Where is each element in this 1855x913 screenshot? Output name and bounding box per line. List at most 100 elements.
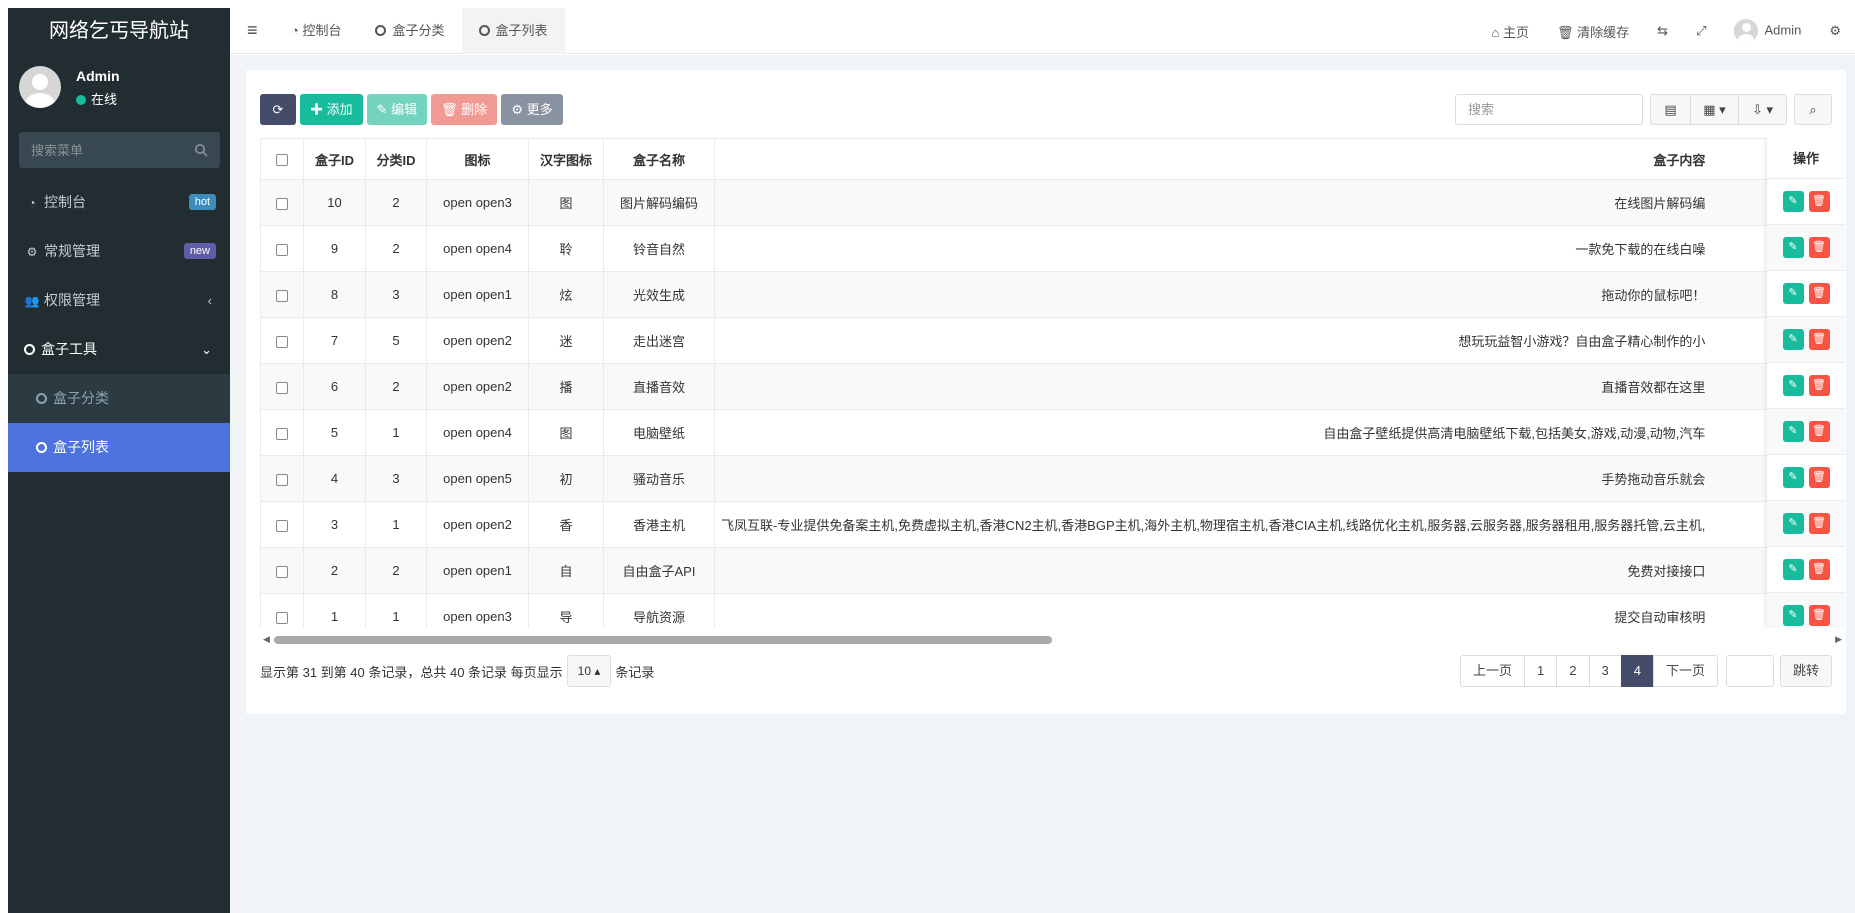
clear-cache-link[interactable]: 🗑 清除缓存	[1543, 22, 1643, 41]
edit-button[interactable]: ✎ 编辑	[366, 94, 428, 125]
operation-cell: ✎ 🗑	[1767, 271, 1845, 317]
language-icon[interactable]: ⇆	[1643, 23, 1682, 39]
table-row[interactable]: 7 5 open open2 迷走出迷宫 想玩玩益智小游戏？自由盒子精心制作的小	[260, 317, 1795, 364]
row-checkbox[interactable]	[276, 519, 288, 532]
row-checkbox[interactable]	[276, 611, 288, 624]
col-cat[interactable]: 分类ID	[365, 138, 427, 180]
page-size-select[interactable]: 10 ▴	[566, 655, 612, 687]
delete-row-button[interactable]: 🗑	[1808, 513, 1830, 534]
more-button[interactable]: ⚙ 更多	[501, 94, 563, 125]
tab-dashboard[interactable]: ◔ 控制台	[274, 8, 358, 54]
cell-name: 走出迷宫	[603, 317, 715, 364]
edit-row-button[interactable]: ✎	[1782, 467, 1804, 488]
add-button[interactable]: ✚ 添加	[300, 94, 363, 125]
table-row[interactable]: 2 2 open open1 自自由盒子API 免费对接接口	[260, 547, 1795, 594]
sidebar-item-box-tools[interactable]: 盒子工具 ⌄	[8, 325, 230, 374]
horizontal-scrollbar[interactable]: ◀ ▶	[260, 634, 1845, 646]
col-icon[interactable]: 图标	[426, 138, 529, 180]
sidebar-item-dashboard[interactable]: ◔ 控制台 hot	[8, 178, 230, 227]
edit-row-button[interactable]: ✎	[1782, 329, 1804, 350]
delete-row-button[interactable]: 🗑	[1808, 283, 1830, 304]
page-4-button[interactable]: 4	[1620, 655, 1654, 687]
table-row[interactable]: 4 3 open open5 初骚动音乐 手势拖动音乐就会	[260, 455, 1795, 502]
row-checkbox[interactable]	[276, 381, 288, 394]
col-char[interactable]: 汉字图标	[528, 138, 604, 180]
col-id[interactable]: 盒子ID	[303, 138, 366, 180]
page-3-button[interactable]: 3	[1588, 655, 1622, 687]
edit-row-button[interactable]: ✎	[1782, 421, 1804, 442]
edit-row-button[interactable]: ✎	[1782, 191, 1804, 212]
user-menu[interactable]: Admin	[1720, 19, 1815, 43]
row-checkbox[interactable]	[276, 427, 288, 440]
table-row[interactable]: 1 1 open open3 导导航资源 提交自动审核明	[260, 593, 1795, 628]
table-row[interactable]: 6 2 open open2 播直播音效 直播音效都在这里	[260, 363, 1795, 410]
cell-name: 电脑壁纸	[603, 409, 715, 456]
search-icon[interactable]	[194, 143, 208, 157]
col-content[interactable]: 盒子内容	[713, 138, 1795, 180]
edit-row-button[interactable]: ✎	[1782, 513, 1804, 534]
delete-row-button[interactable]: 🗑	[1808, 329, 1830, 350]
next-page-button[interactable]: 下一页	[1652, 655, 1718, 687]
cell-icon: open open3	[426, 593, 529, 628]
delete-row-button[interactable]: 🗑	[1808, 467, 1830, 488]
delete-row-button[interactable]: 🗑	[1808, 559, 1830, 580]
export-button[interactable]: ⇩ ▾	[1739, 94, 1787, 125]
page-1-button[interactable]: 1	[1524, 655, 1558, 687]
toggle-view-button[interactable]: ▤	[1650, 94, 1691, 125]
jump-button[interactable]: 跳转	[1779, 655, 1832, 687]
cell-name: 骚动音乐	[603, 455, 715, 502]
row-checkbox[interactable]	[276, 197, 288, 210]
sidebar-item-general[interactable]: ⚙ 常规管理 new	[8, 227, 230, 276]
search-icon: ⌕	[1809, 102, 1817, 117]
refresh-button[interactable]: ⟳	[260, 94, 296, 125]
page-2-button[interactable]: 2	[1556, 655, 1590, 687]
delete-row-button[interactable]: 🗑	[1808, 605, 1830, 626]
row-checkbox[interactable]	[276, 565, 288, 578]
top-border	[0, 0, 1855, 8]
operation-cell: ✎ 🗑	[1767, 501, 1845, 547]
scrollbar-thumb[interactable]	[274, 636, 1052, 644]
col-name[interactable]: 盒子名称	[603, 138, 715, 180]
fullscreen-icon[interactable]: ⤢	[1682, 23, 1720, 39]
advanced-search-button[interactable]: ⌕	[1794, 94, 1832, 125]
edit-row-button[interactable]: ✎	[1782, 283, 1804, 304]
scroll-right-icon[interactable]: ▶	[1835, 634, 1842, 645]
tab-box-list[interactable]: 盒子列表	[461, 8, 565, 54]
edit-row-button[interactable]: ✎	[1782, 375, 1804, 396]
row-checkbox[interactable]	[276, 335, 288, 348]
edit-row-button[interactable]: ✎	[1782, 559, 1804, 580]
row-checkbox[interactable]	[276, 473, 288, 486]
table-row[interactable]: 8 3 open open1 炫光效生成 拖动你的鼠标吧！	[260, 271, 1795, 318]
cell-char: 初	[528, 455, 604, 502]
delete-row-button[interactable]: 🗑	[1808, 375, 1830, 396]
edit-row-button[interactable]: ✎	[1782, 237, 1804, 258]
menu-toggle-icon[interactable]: ≡	[247, 20, 258, 41]
table-row[interactable]: 10 2 open open3 图图片解码编码 在线图片解码编	[260, 179, 1795, 226]
delete-row-button[interactable]: 🗑	[1808, 421, 1830, 442]
jump-page-input[interactable]	[1725, 655, 1774, 687]
avatar	[1734, 19, 1759, 43]
table-row[interactable]: 3 1 open open2 香香港主机 飞凤互联-专业提供免备案主机,免费虚拟主机,香…	[260, 501, 1795, 548]
settings-icon[interactable]: ⚙	[1815, 23, 1855, 39]
sidebar-item-box-category[interactable]: 盒子分类	[8, 374, 230, 423]
site-logo[interactable]: 网络乞丐导航站	[8, 8, 230, 54]
tab-box-category[interactable]: 盒子分类	[358, 8, 461, 54]
row-checkbox[interactable]	[276, 289, 288, 302]
columns-button[interactable]: ▦ ▾	[1691, 94, 1739, 125]
table-row[interactable]: 9 2 open open4 聆铃音自然 一款免下载的在线白噪	[260, 225, 1795, 272]
home-link[interactable]: ⌂ 主页	[1478, 22, 1543, 41]
sidebar-item-box-list[interactable]: 盒子列表	[8, 423, 230, 472]
menu-search-input[interactable]	[19, 132, 179, 168]
sidebar-item-auth[interactable]: 👥 权限管理 ‹	[8, 276, 230, 325]
prev-page-button[interactable]: 上一页	[1460, 655, 1526, 687]
scroll-left-icon[interactable]: ◀	[263, 634, 270, 645]
edit-row-button[interactable]: ✎	[1782, 605, 1804, 626]
cell-cat: 3	[365, 271, 427, 318]
delete-button[interactable]: 🗑 删除	[431, 94, 498, 125]
table-row[interactable]: 5 1 open open4 图电脑壁纸 自由盒子壁纸提供高清电脑壁纸下载,包括美女,游…	[260, 409, 1795, 456]
row-checkbox[interactable]	[276, 243, 288, 256]
select-all-checkbox[interactable]	[276, 154, 288, 167]
delete-row-button[interactable]: 🗑	[1808, 237, 1830, 258]
table-search-input[interactable]	[1455, 94, 1643, 125]
delete-row-button[interactable]: 🗑	[1808, 191, 1830, 212]
